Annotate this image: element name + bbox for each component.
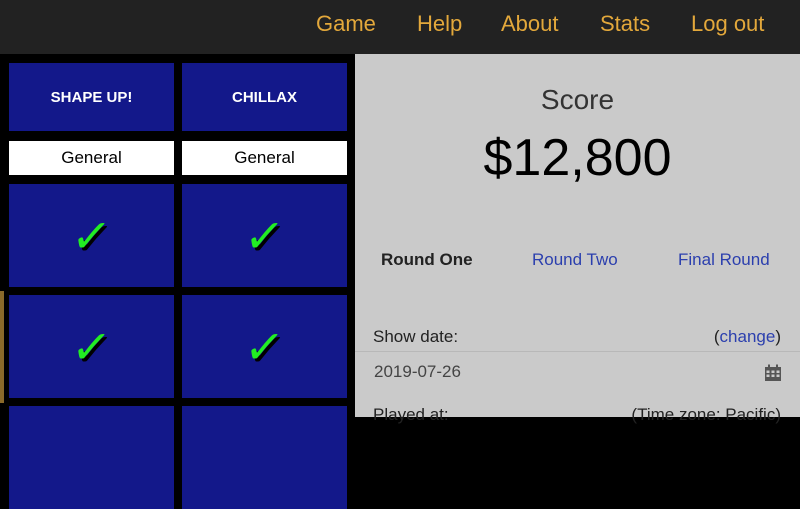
- board-cell[interactable]: ✓: [9, 184, 174, 287]
- category-type-label: General: [9, 141, 174, 175]
- timezone-note: (Time zone: Pacific): [631, 405, 781, 424]
- score-label: Score: [540, 84, 615, 115]
- check-icon: ✓: [241, 319, 288, 374]
- category-header-chillax: CHILLAX: [182, 63, 347, 131]
- check-icon: ✓: [68, 208, 115, 263]
- board-cell[interactable]: ✓: [182, 295, 347, 398]
- tab-round-two[interactable]: Round Two: [532, 250, 618, 270]
- nav-logout-link[interactable]: Log out: [691, 11, 764, 37]
- change-date-control: (change): [714, 327, 781, 347]
- board-cell[interactable]: ✓: [182, 184, 347, 287]
- nav-help-link[interactable]: Help: [417, 11, 462, 37]
- game-board: SHAPE UP! CHILLAX General General ✓ ✓ ✓ …: [0, 54, 355, 509]
- score-panel: Score $12,800 Round One Round Two Final …: [355, 54, 800, 424]
- change-date-link[interactable]: change: [720, 327, 776, 346]
- nav-stats-link[interactable]: Stats: [600, 11, 650, 37]
- side-edge-handle: [0, 291, 4, 403]
- nav-game-link[interactable]: Game: [316, 11, 376, 37]
- show-date-field[interactable]: 2019-07-26: [355, 351, 800, 394]
- board-cell[interactable]: [182, 406, 347, 509]
- category-header-shape-up: SHAPE UP!: [9, 63, 174, 131]
- show-date-label: Show date:: [373, 327, 459, 346]
- board-cell[interactable]: ✓: [9, 295, 174, 398]
- played-at-label: Played at:: [373, 405, 449, 424]
- check-icon: ✓: [68, 319, 115, 374]
- top-nav: Game Help About Stats Log out: [0, 0, 800, 54]
- calendar-icon[interactable]: [764, 364, 782, 382]
- tab-final-round[interactable]: Final Round: [678, 250, 770, 270]
- category-type-label: General: [182, 141, 347, 175]
- show-date-value: 2019-07-26: [374, 362, 461, 381]
- check-icon: ✓: [241, 208, 288, 263]
- nav-about-link[interactable]: About: [501, 11, 559, 37]
- score-value: $12,800: [483, 129, 672, 187]
- tab-round-one[interactable]: Round One: [381, 250, 473, 270]
- paren-close: ): [775, 327, 781, 346]
- board-cell[interactable]: [9, 406, 174, 509]
